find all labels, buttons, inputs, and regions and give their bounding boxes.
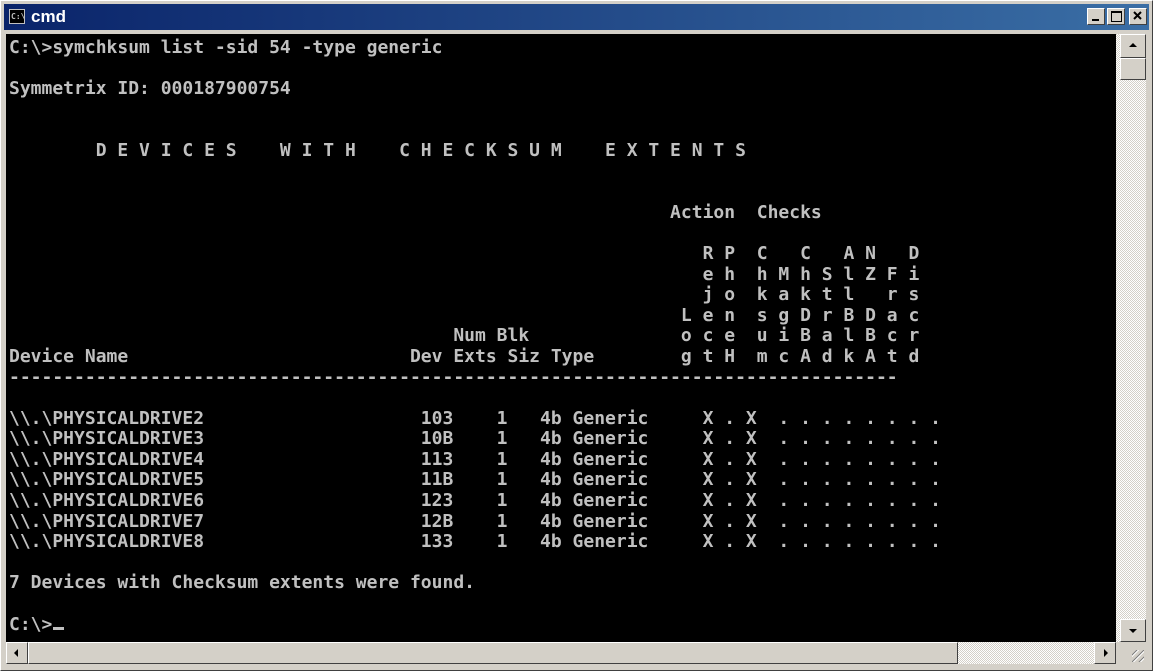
console-line: \\.\PHYSICALDRIVE4 113 1 4b Generic X . …	[9, 448, 941, 470]
text-cursor	[53, 626, 65, 630]
console-icon-text: C:\	[11, 12, 26, 21]
resize-grip-icon	[1132, 650, 1144, 662]
console-line: \\.\PHYSICALDRIVE5 11B 1 4b Generic X . …	[9, 469, 941, 491]
console-line: R P C C A N D	[9, 242, 920, 264]
console-line: \\.\PHYSICALDRIVE2 103 1 4b Generic X . …	[9, 407, 941, 429]
close-button[interactable]	[1129, 8, 1147, 25]
console-icon[interactable]: C:\	[9, 9, 25, 24]
console-line: \\.\PHYSICALDRIVE7 12B 1 4b Generic X . …	[9, 510, 941, 532]
console-line: j o k a k t l r s	[9, 284, 920, 306]
console-line: D E V I C E S W I T H C H E C K S U M E …	[9, 139, 746, 161]
scroll-left-button[interactable]	[6, 642, 28, 664]
console-line: \\.\PHYSICALDRIVE3 10B 1 4b Generic X . …	[9, 428, 941, 450]
minimize-button[interactable]	[1087, 8, 1105, 25]
console-text: C:\>symchksum list -sid 54 -type generic…	[6, 34, 1116, 635]
left-arrow-icon	[14, 649, 18, 657]
console-line: Num Blk o c e u i B a l B c r	[9, 325, 920, 347]
vertical-scrollbar[interactable]	[1116, 34, 1146, 642]
console-line: ----------------------------------------…	[9, 366, 898, 388]
console-line: \\.\PHYSICALDRIVE6 123 1 4b Generic X . …	[9, 490, 941, 512]
right-arrow-icon	[1104, 649, 1108, 657]
maximize-icon	[1111, 11, 1122, 22]
console-line: Device Name Dev Exts Siz Type g t H m c …	[9, 345, 920, 367]
title-bar[interactable]: C:\ cmd	[4, 4, 1149, 30]
scroll-right-button[interactable]	[1094, 642, 1116, 664]
console-line: 7 Devices with Checksum extents were fou…	[9, 572, 475, 594]
console-line: L e n s g D r B D a c	[9, 304, 920, 326]
scroll-up-button[interactable]	[1120, 34, 1146, 58]
console-line: e h h M h S l Z F i	[9, 263, 920, 285]
close-icon	[1133, 11, 1142, 20]
down-arrow-icon	[1129, 629, 1137, 633]
console-line: Action Checks	[9, 201, 822, 223]
scroll-down-button[interactable]	[1120, 619, 1146, 642]
console-output[interactable]: C:\>symchksum list -sid 54 -type generic…	[6, 34, 1116, 642]
maximize-button[interactable]	[1107, 8, 1125, 25]
console-lines: C:\>symchksum list -sid 54 -type generic…	[9, 37, 941, 635]
minimize-icon	[1092, 19, 1099, 21]
console-line: \\.\PHYSICALDRIVE8 133 1 4b Generic X . …	[9, 531, 941, 553]
console-line: Symmetrix ID: 000187900754	[9, 78, 291, 100]
console-line: C:\>	[9, 613, 53, 635]
up-arrow-icon	[1129, 43, 1137, 47]
window-title: cmd	[31, 7, 66, 26]
scroll-thumb[interactable]	[1120, 58, 1146, 80]
size-grip[interactable]	[1116, 642, 1146, 664]
scroll-thumb-horizontal[interactable]	[28, 642, 958, 664]
console-line: C:\>symchksum list -sid 54 -type generic	[9, 37, 443, 58]
cmd-window: C:\ cmd C:\>symchksum list -sid 54 -type…	[0, 0, 1153, 671]
horizontal-scrollbar[interactable]	[6, 642, 1116, 664]
